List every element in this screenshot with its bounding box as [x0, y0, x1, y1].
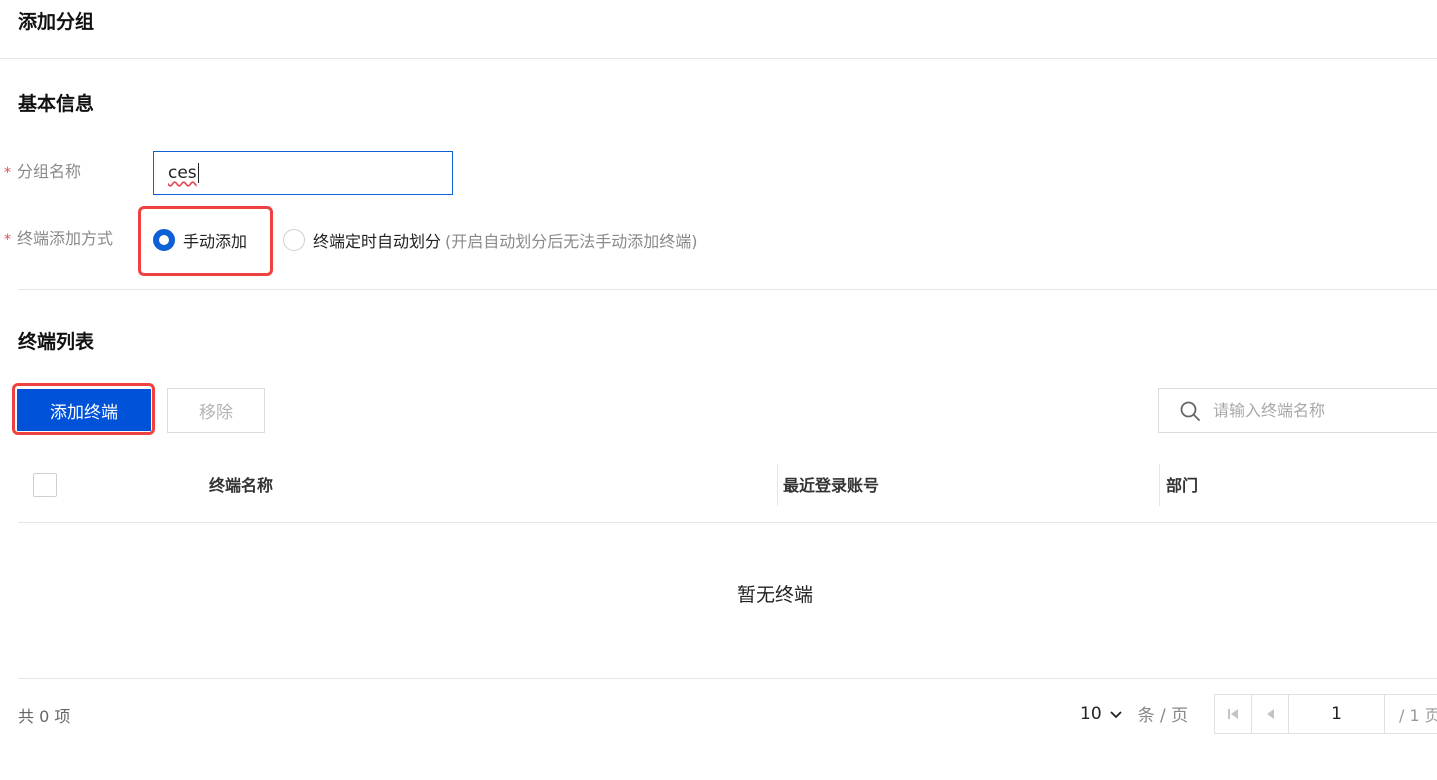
column-separator: [1159, 464, 1160, 506]
chevron-down-icon: [1110, 710, 1122, 718]
required-mark: *: [4, 165, 11, 181]
empty-state-text: 暂无终端: [736, 584, 813, 606]
group-name-label: * 分组名称: [4, 161, 81, 184]
radio-auto-hint: (开启自动划分后无法手动添加终端): [445, 232, 698, 251]
page-size-value: 10: [1080, 703, 1102, 724]
column-header-account: 最近登录账号: [783, 476, 880, 495]
column-header-name: 终端名称: [209, 476, 274, 495]
add-terminal-button[interactable]: 添加终端: [17, 389, 151, 431]
prev-page-button[interactable]: [1252, 695, 1289, 733]
table-header-divider: [18, 522, 1437, 523]
add-mode-label-text: 终端添加方式: [17, 229, 114, 248]
header-divider: [0, 58, 1437, 59]
radio-auto-label: 终端定时自动划分: [313, 232, 442, 251]
add-mode-label: * 终端添加方式: [4, 228, 113, 251]
select-all-checkbox[interactable]: [33, 473, 57, 497]
group-name-value: ces: [168, 163, 197, 183]
search-input[interactable]: [1213, 401, 1433, 420]
required-mark: *: [4, 232, 11, 248]
radio-checked-icon: [153, 229, 175, 251]
radio-auto-assign[interactable]: 终端定时自动划分 (开启自动划分后无法手动添加终端): [283, 228, 698, 252]
pagination: 1 / 1 页: [1214, 694, 1437, 734]
prev-page-icon: [1267, 709, 1274, 719]
current-page-input[interactable]: 1: [1289, 695, 1385, 733]
remove-button[interactable]: 移除: [167, 388, 265, 433]
column-header-department: 部门: [1166, 476, 1199, 495]
basic-info-title: 基本信息: [18, 93, 95, 115]
total-count: 共 0 项: [18, 707, 71, 726]
first-page-icon: [1228, 709, 1238, 719]
terminal-list-title: 终端列表: [18, 331, 95, 353]
radio-manual-add[interactable]: 手动添加: [153, 228, 247, 252]
page-size-select[interactable]: 10 条 / 页: [1080, 701, 1189, 727]
total-pages: / 1 页: [1399, 706, 1437, 725]
radio-manual-label: 手动添加: [183, 232, 248, 251]
section-divider: [18, 289, 1437, 290]
page-size-unit: 条 / 页: [1137, 706, 1189, 726]
page-title: 添加分组: [18, 11, 95, 33]
search-icon: [1180, 401, 1200, 421]
text-caret: [197, 163, 199, 183]
radio-unchecked-icon: [283, 229, 305, 251]
group-name-input[interactable]: ces: [153, 151, 453, 195]
search-box: [1158, 388, 1437, 433]
first-page-button[interactable]: [1215, 695, 1252, 733]
group-name-label-text: 分组名称: [17, 162, 82, 181]
column-separator: [777, 464, 778, 506]
table-footer-divider: [18, 678, 1437, 679]
